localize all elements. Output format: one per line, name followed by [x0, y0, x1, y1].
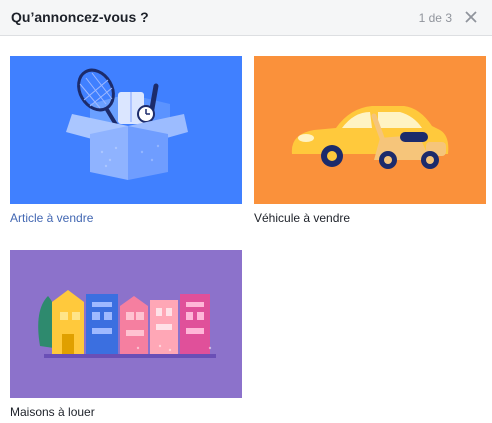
houses-icon [38, 290, 216, 358]
close-icon [465, 11, 477, 23]
dialog-title: Qu’annoncez-vous ? [11, 9, 149, 25]
category-tile-houses[interactable] [10, 250, 242, 398]
category-label-vehicle[interactable]: Véhicule à vendre [254, 211, 486, 225]
category-label-houses[interactable]: Maisons à louer [10, 405, 242, 419]
close-button[interactable] [460, 6, 482, 28]
dialog-header: Qu’annoncez-vous ? 1 de 3 [0, 0, 492, 36]
category-card-houses[interactable]: Maisons à louer [10, 250, 242, 419]
category-tile-article[interactable] [10, 56, 242, 204]
category-label-article[interactable]: Article à vendre [10, 211, 242, 225]
category-tile-vehicle[interactable] [254, 56, 486, 204]
open-box-icon [66, 68, 188, 180]
category-card-article[interactable]: Article à vendre [10, 56, 242, 225]
category-card-vehicle[interactable]: Véhicule à vendre [254, 56, 486, 225]
page-indicator: 1 de 3 [418, 11, 452, 25]
car-scooter-icon [291, 106, 449, 169]
